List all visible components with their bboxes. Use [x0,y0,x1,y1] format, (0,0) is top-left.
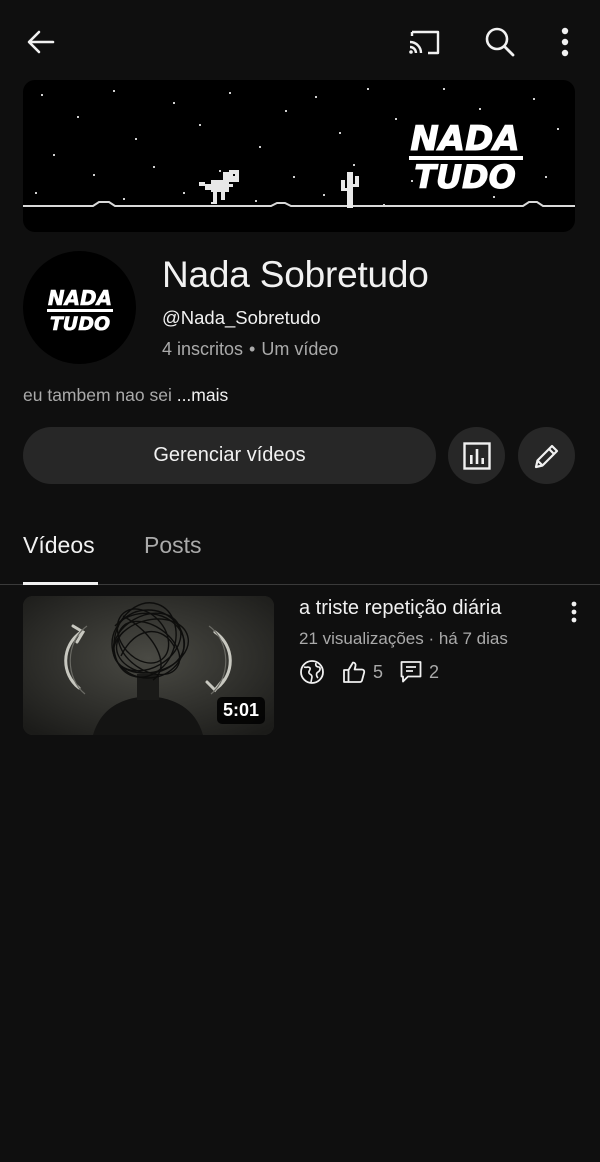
globe-public-icon [300,660,324,684]
manage-videos-label: Gerenciar vídeos [153,444,306,466]
more-options-button[interactable] [543,20,587,64]
cast-icon [409,30,440,55]
svg-text:TUDO: TUDO [414,158,516,196]
like-count: 5 [341,659,383,685]
svg-text:NADA: NADA [410,119,519,159]
visibility-status [299,659,325,685]
top-app-bar [0,0,600,84]
banner-artwork: NADA TUDO [23,88,575,208]
analytics-icon [462,441,491,470]
channel-name: Nada Sobretudo [162,254,429,295]
like-count-value: 5 [373,661,384,682]
analytics-button[interactable] [448,427,505,484]
channel-tabs: Vídeos Posts [0,520,600,585]
channel-avatar[interactable]: NADA TUDO [23,251,136,364]
cactus-icon [341,172,359,208]
channel-description[interactable]: eu tambem nao sei ...mais [23,385,228,406]
more-vert-icon [561,27,569,57]
video-duration: 5:01 [216,697,265,724]
channel-meta: 4 inscritos • Um vídeo [162,339,338,360]
edit-channel-button[interactable] [518,427,575,484]
channel-handle: @Nada_Sobretudo [162,307,321,328]
tab-posts[interactable]: Posts [144,532,202,559]
video-options-button[interactable] [562,598,586,626]
meta-separator: • [249,339,256,359]
comment-count: 2 [399,659,439,685]
search-icon [485,27,515,57]
back-button[interactable] [19,20,63,64]
thumb-up-icon [343,661,366,683]
video-count: Um vídeo [261,339,339,359]
description-more-link[interactable]: ...mais [177,385,229,405]
video-list-item[interactable]: 5:01 a triste repetição diária 21 visual… [0,596,600,736]
search-button[interactable] [478,20,522,64]
comment-icon [400,661,422,683]
banner-logo: NADA TUDO [409,119,523,197]
comment-count-value: 2 [429,661,440,682]
description-text: eu tambem nao sei [23,385,177,405]
active-tab-indicator [23,582,98,585]
svg-text:TUDO: TUDO [50,313,110,335]
edit-pencil-icon [534,444,558,468]
video-title[interactable]: a triste repetição diária [299,597,501,620]
manage-videos-button[interactable]: Gerenciar vídeos [23,427,436,484]
tab-videos[interactable]: Vídeos [23,532,95,559]
arrow-left-icon [27,30,55,54]
cast-button[interactable] [402,20,446,64]
subscriber-count: 4 inscritos [162,339,244,359]
video-metrics: 5 2 [299,658,455,686]
video-thumbnail[interactable]: 5:01 [23,596,274,735]
svg-text:NADA: NADA [48,286,112,310]
more-vert-icon [571,601,577,623]
video-stats: 21 visualizações · há 7 dias [299,629,508,648]
avatar-logo: NADA TUDO [47,286,113,335]
channel-banner[interactable]: NADA TUDO [23,80,575,232]
